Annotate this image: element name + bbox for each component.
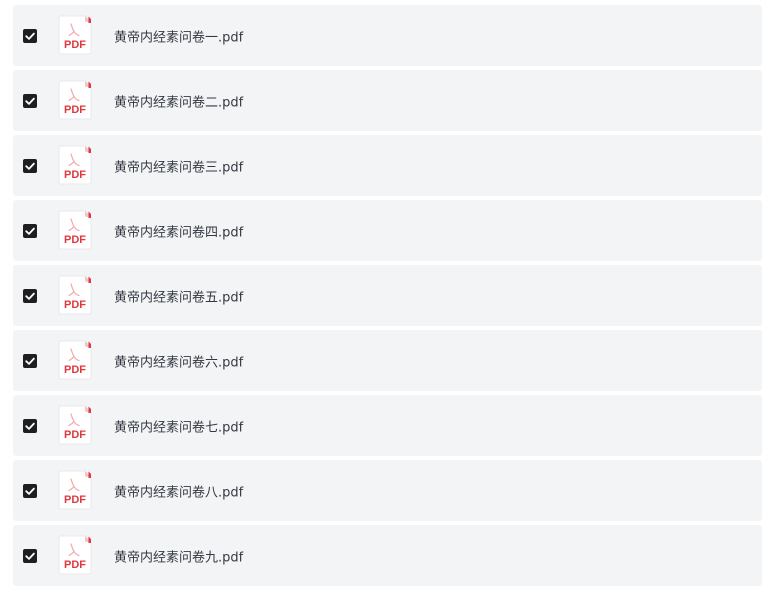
pdf-label: PDF xyxy=(64,299,86,311)
file-row[interactable]: PDF 黄帝内经素问卷七.pdf xyxy=(13,395,762,456)
checkmark-icon xyxy=(25,162,35,170)
checkmark-icon xyxy=(25,227,35,235)
file-row[interactable]: PDF 黄帝内经素问卷八.pdf xyxy=(13,460,762,521)
checkmark-icon xyxy=(25,422,35,430)
file-checkbox[interactable] xyxy=(23,418,37,433)
file-name: 黄帝内经素问卷八.pdf xyxy=(114,485,244,500)
file-name: 黄帝内经素问卷三.pdf xyxy=(114,160,244,175)
file-name: 黄帝内经素问卷九.pdf xyxy=(114,550,244,565)
file-row[interactable]: PDF 黄帝内经素问卷一.pdf xyxy=(13,5,762,66)
pdf-label: PDF xyxy=(64,429,86,441)
file-checkbox[interactable] xyxy=(23,548,37,563)
checkmark-icon xyxy=(25,97,35,105)
file-row[interactable]: PDF 黄帝内经素问卷九.pdf xyxy=(13,525,762,586)
pdf-label: PDF xyxy=(64,494,86,506)
file-name: 黄帝内经素问卷七.pdf xyxy=(114,420,244,435)
pdf-label: PDF xyxy=(64,39,86,51)
pdf-file-icon: PDF xyxy=(57,340,93,380)
checkmark-icon xyxy=(25,357,35,365)
file-row[interactable]: PDF 黄帝内经素问卷五.pdf xyxy=(13,265,762,326)
pdf-label: PDF xyxy=(64,234,86,246)
pdf-file-icon: PDF xyxy=(57,15,93,55)
pdf-file-icon: PDF xyxy=(57,535,93,575)
file-checkbox[interactable] xyxy=(23,28,37,43)
file-row[interactable]: PDF 黄帝内经素问卷二.pdf xyxy=(13,70,762,131)
pdf-file-icon: PDF xyxy=(57,80,93,120)
file-checkbox[interactable] xyxy=(23,223,37,238)
pdf-label: PDF xyxy=(64,104,86,116)
file-name: 黄帝内经素问卷一.pdf xyxy=(114,30,244,45)
file-row[interactable]: PDF 黄帝内经素问卷三.pdf xyxy=(13,135,762,196)
file-list: PDF 黄帝内经素问卷一.pdf PDF 黄帝内经素问卷二.pdf PDF 黄帝内经素问卷… xyxy=(13,5,762,590)
checkmark-icon xyxy=(25,292,35,300)
file-checkbox[interactable] xyxy=(23,288,37,303)
file-name: 黄帝内经素问卷六.pdf xyxy=(114,355,244,370)
pdf-file-icon: PDF xyxy=(57,405,93,445)
file-name: 黄帝内经素问卷四.pdf xyxy=(114,225,244,240)
pdf-label: PDF xyxy=(64,169,86,181)
checkmark-icon xyxy=(25,552,35,560)
file-name: 黄帝内经素问卷二.pdf xyxy=(114,95,244,110)
pdf-label: PDF xyxy=(64,364,86,376)
file-checkbox[interactable] xyxy=(23,158,37,173)
file-row[interactable]: PDF 黄帝内经素问卷六.pdf xyxy=(13,330,762,391)
pdf-file-icon: PDF xyxy=(57,275,93,315)
pdf-file-icon: PDF xyxy=(57,210,93,250)
file-checkbox[interactable] xyxy=(23,483,37,498)
pdf-file-icon: PDF xyxy=(57,470,93,510)
file-row[interactable]: PDF 黄帝内经素问卷四.pdf xyxy=(13,200,762,261)
checkmark-icon xyxy=(25,487,35,495)
file-checkbox[interactable] xyxy=(23,93,37,108)
pdf-file-icon: PDF xyxy=(57,145,93,185)
file-checkbox[interactable] xyxy=(23,353,37,368)
pdf-label: PDF xyxy=(64,559,86,571)
file-name: 黄帝内经素问卷五.pdf xyxy=(114,290,244,305)
checkmark-icon xyxy=(25,32,35,40)
